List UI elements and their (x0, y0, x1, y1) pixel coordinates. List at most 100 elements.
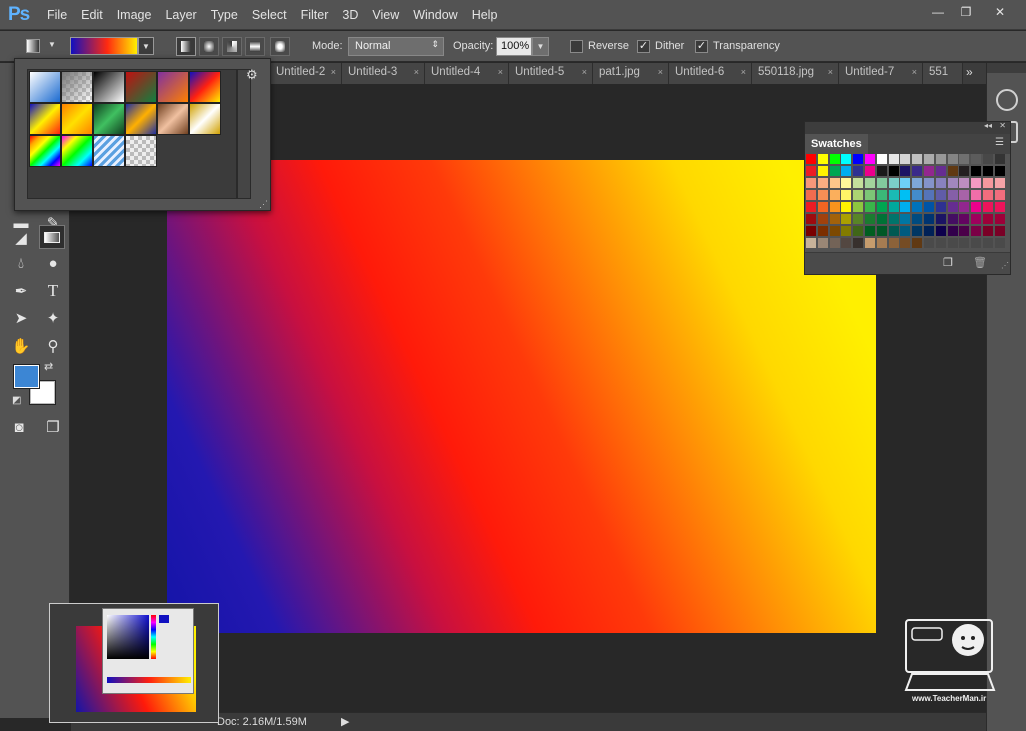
color-swatch[interactable] (971, 166, 982, 176)
color-swatch[interactable] (947, 226, 958, 236)
color-swatch[interactable] (983, 154, 993, 164)
eraser-tool-icon[interactable]: ◢ (8, 226, 34, 250)
color-swatch[interactable] (841, 238, 852, 248)
color-swatch[interactable] (935, 178, 946, 188)
gradient-preset[interactable] (93, 103, 125, 135)
tab-untitled-5[interactable]: Untitled-5 × (509, 63, 593, 84)
gradient-preset[interactable] (157, 103, 189, 135)
adjustments-icon[interactable] (996, 89, 1018, 111)
color-swatch[interactable] (994, 166, 1005, 176)
color-swatch[interactable] (806, 238, 816, 248)
color-swatch[interactable] (947, 154, 958, 164)
color-swatch[interactable] (853, 178, 864, 188)
tab-untitled-4[interactable]: Untitled-4 × (425, 63, 509, 84)
tab-untitled-2[interactable]: Untitled-2 × (270, 63, 342, 84)
close-icon[interactable]: × (582, 67, 587, 77)
color-swatch[interactable] (912, 226, 923, 236)
gradient-preset[interactable] (93, 71, 125, 103)
color-swatch[interactable] (971, 190, 982, 200)
gradient-preset[interactable] (125, 135, 157, 167)
gradient-preset[interactable] (29, 103, 61, 135)
color-swatch[interactable] (935, 190, 946, 200)
menu-select[interactable]: Select (245, 8, 294, 22)
type-tool-icon[interactable]: T (40, 279, 66, 303)
color-swatch[interactable] (865, 154, 875, 164)
color-swatch[interactable] (841, 214, 852, 224)
color-swatch[interactable] (853, 166, 864, 176)
menu-file[interactable]: File (40, 8, 74, 22)
color-swatch[interactable] (876, 166, 887, 176)
picker-scrollbar[interactable] (237, 69, 251, 199)
close-icon[interactable]: × (912, 67, 917, 77)
color-swatch[interactable] (935, 202, 946, 212)
color-swatch[interactable] (829, 178, 840, 188)
close-icon[interactable]: × (828, 67, 833, 77)
menu-3d[interactable]: 3D (335, 8, 365, 22)
color-swatch[interactable] (924, 202, 934, 212)
color-swatch[interactable] (912, 238, 923, 248)
color-swatch[interactable] (829, 214, 840, 224)
color-swatch[interactable] (994, 238, 1005, 248)
opacity-dropdown-icon[interactable]: ▼ (532, 37, 549, 56)
tab-untitled-7[interactable]: Untitled-7 × (839, 63, 923, 84)
gradient-preset[interactable] (29, 71, 61, 103)
color-swatch[interactable] (806, 202, 816, 212)
angle-gradient-button[interactable] (222, 37, 242, 56)
hand-tool-icon[interactable]: ✋ (8, 334, 34, 358)
gradient-preset[interactable] (93, 135, 125, 167)
color-swatch[interactable] (876, 178, 887, 188)
color-swatch[interactable] (959, 190, 970, 200)
color-swatch[interactable] (912, 202, 923, 212)
color-swatch[interactable] (841, 226, 852, 236)
color-swatch[interactable] (924, 238, 934, 248)
reverse-checkbox[interactable] (570, 40, 583, 53)
color-swatch[interactable] (900, 190, 911, 200)
color-swatch[interactable] (935, 238, 946, 248)
color-swatch[interactable] (806, 178, 816, 188)
color-swatch[interactable] (853, 226, 864, 236)
color-swatch[interactable] (935, 166, 946, 176)
color-swatch[interactable] (865, 202, 875, 212)
close-button[interactable]: ✕ (986, 2, 1014, 22)
color-swatch[interactable] (829, 238, 840, 248)
color-swatch[interactable] (865, 190, 875, 200)
color-swatch[interactable] (959, 226, 970, 236)
color-swatch[interactable] (983, 238, 993, 248)
color-swatch[interactable] (924, 226, 934, 236)
screen-mode-icon[interactable]: ❐ (40, 415, 66, 439)
tab-untitled-3[interactable]: Untitled-3 × (342, 63, 425, 84)
color-swatch[interactable] (817, 154, 828, 164)
color-swatch[interactable] (983, 202, 993, 212)
color-swatch[interactable] (865, 238, 875, 248)
color-swatch[interactable] (947, 178, 958, 188)
color-swatch[interactable] (806, 214, 816, 224)
close-icon[interactable]: × (414, 67, 419, 77)
color-swatch[interactable] (900, 238, 911, 248)
color-swatch[interactable] (888, 154, 899, 164)
color-swatch[interactable] (994, 154, 1005, 164)
dodge-tool-icon[interactable]: ● (40, 251, 66, 275)
default-colors-icon[interactable]: ◩ (12, 395, 21, 406)
gradient-preset[interactable] (61, 103, 93, 135)
status-menu-arrow-icon[interactable]: ▶ (341, 715, 349, 728)
color-swatch[interactable] (888, 190, 899, 200)
color-swatch[interactable] (853, 202, 864, 212)
color-swatch[interactable] (876, 190, 887, 200)
color-swatch[interactable] (841, 190, 852, 200)
color-swatch[interactable] (888, 166, 899, 176)
color-swatch[interactable] (806, 190, 816, 200)
color-swatch[interactable] (829, 166, 840, 176)
color-swatch[interactable] (900, 178, 911, 188)
color-swatch[interactable] (888, 226, 899, 236)
color-swatch[interactable] (853, 154, 864, 164)
color-swatch[interactable] (876, 154, 887, 164)
color-swatch[interactable] (912, 154, 923, 164)
path-selection-tool-icon[interactable]: ➤ (8, 306, 34, 330)
color-swatch[interactable] (912, 214, 923, 224)
gradient-preset[interactable] (157, 71, 189, 103)
minimize-button[interactable]: — (924, 2, 952, 22)
color-swatch[interactable] (829, 226, 840, 236)
menu-layer[interactable]: Layer (158, 8, 203, 22)
transparency-checkbox[interactable]: ✓ (695, 40, 708, 53)
custom-shape-tool-icon[interactable]: ✦ (40, 306, 66, 330)
